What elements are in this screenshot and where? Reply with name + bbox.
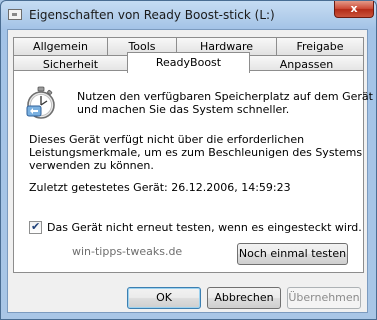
watermark-text: win-tipps-tweaks.de [72, 245, 183, 258]
retest-button[interactable]: Noch einmal testen [237, 243, 348, 265]
no-retest-checkbox[interactable] [29, 220, 42, 234]
tab-freigabe[interactable]: Freigabe [276, 37, 364, 55]
last-tested-text: Zuletzt getestetes Gerät: 26.12.2006, 14… [29, 181, 291, 194]
warning-text-line3: verwenden zu können. [29, 159, 154, 172]
warning-text-line2: Leistungsmerkmale, um es zum Beschleunig… [29, 146, 363, 159]
title-bar[interactable]: Eigenschaften von Ready Boost-stick (L:)… [1, 1, 376, 29]
close-button[interactable]: x [334, 1, 374, 18]
intro-text-line1: Nutzen den verfügbaren Speicherplatz auf… [77, 90, 373, 103]
window-title: Eigenschaften von Ready Boost-stick (L:) [29, 8, 275, 22]
tab-allgemein[interactable]: Allgemein [13, 37, 108, 55]
apply-button[interactable]: Übernehmen [287, 287, 361, 309]
drive-icon [8, 9, 22, 20]
warning-text-line1: Dieses Gerät verfügt nicht über die erfo… [29, 133, 305, 146]
ok-button[interactable]: OK [127, 287, 201, 309]
cancel-button[interactable]: Abbrechen [207, 287, 281, 309]
no-retest-checkbox-label[interactable]: Das Gerät nicht erneut testen, wenn es e… [47, 221, 362, 234]
tab-readyboost[interactable]: ReadyBoost [127, 52, 250, 73]
intro-text-line2: und machen Sie das System schneller. [77, 103, 290, 116]
readyboost-stopwatch-icon [26, 86, 55, 119]
